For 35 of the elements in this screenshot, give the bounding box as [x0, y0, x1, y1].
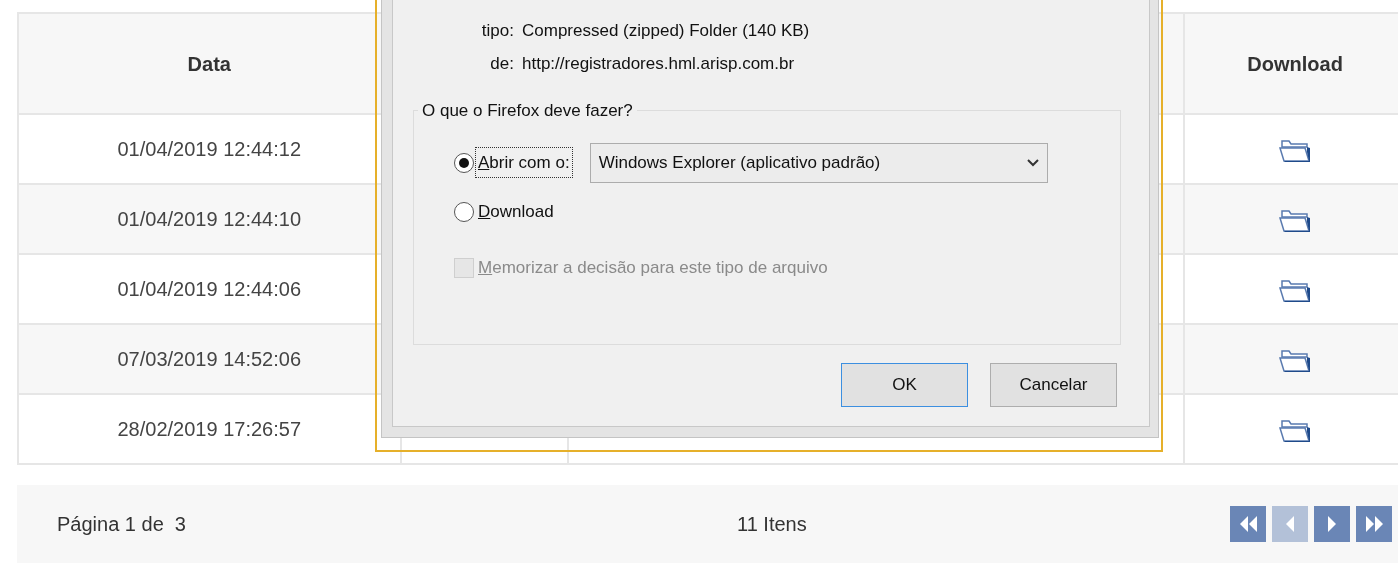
cancel-button[interactable]: Cancelar	[990, 363, 1117, 407]
folder-icon[interactable]	[1278, 277, 1313, 304]
field-value: Compressed (zipped) Folder (140 KB)	[522, 19, 810, 42]
table-cell: 28/02/2019 17:26:57	[117, 418, 301, 440]
checkbox-label: Memorizar a decisão para este tipo de arquivo	[478, 256, 828, 279]
arrow-icon	[1286, 516, 1294, 532]
first-page-button[interactable]	[1230, 506, 1266, 542]
double-arrow-icon	[1239, 516, 1257, 532]
last-page-button[interactable]	[1356, 506, 1392, 542]
radio-button[interactable]	[454, 201, 474, 222]
field-label: tipo:	[480, 19, 514, 42]
radio-label[interactable]: Download	[476, 196, 556, 227]
field-label: de:	[489, 52, 514, 75]
chevron-down-icon	[1026, 158, 1039, 167]
folder-icon[interactable]	[1278, 207, 1313, 234]
item-count: 11 Itens	[737, 512, 807, 537]
next-page-button[interactable]	[1314, 506, 1350, 542]
table-cell: 07/03/2019 14:52:06	[117, 348, 301, 370]
application-dropdown[interactable]: Windows Explorer (aplicativo padrão)	[589, 142, 1048, 183]
ok-button[interactable]: OK	[841, 363, 968, 407]
double-arrow-icon	[1365, 516, 1383, 532]
radio-label[interactable]: Abrir com o:	[476, 147, 572, 178]
field-value: http://registradores.hml.arisp.com.br	[522, 52, 795, 75]
folder-icon[interactable]	[1278, 137, 1313, 164]
table-cell: 01/04/2019 12:44:10	[117, 208, 301, 230]
radio-button[interactable]	[454, 152, 474, 173]
page-label: Página 1 de 3	[57, 512, 186, 537]
arrow-icon	[1328, 516, 1336, 532]
folder-icon[interactable]	[1278, 417, 1313, 444]
table-cell: 01/04/2019 12:44:12	[117, 138, 301, 160]
group-title: O que o Firefox deve fazer?	[421, 100, 634, 122]
column-header: Download	[1247, 52, 1343, 75]
column-header: Data	[187, 52, 231, 75]
table-cell: 01/04/2019 12:44:06	[117, 278, 301, 300]
folder-icon[interactable]	[1278, 347, 1313, 374]
